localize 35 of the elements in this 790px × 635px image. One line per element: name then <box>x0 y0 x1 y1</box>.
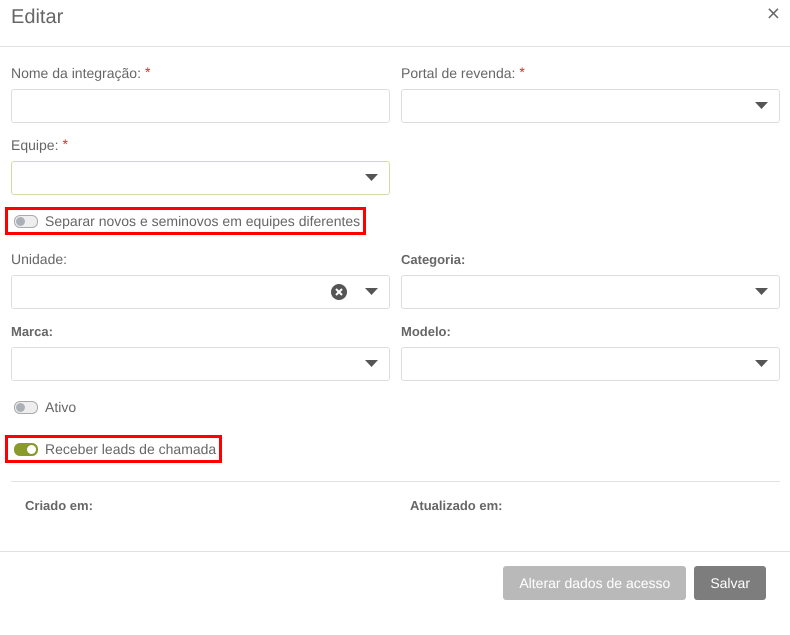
dropdown-caret-icon <box>755 288 768 296</box>
field-label: Categoria: <box>401 251 466 268</box>
dropdown-caret-icon <box>755 360 768 368</box>
field-label: Portal de revenda: <box>401 65 516 82</box>
dropdown-caret-icon <box>365 288 378 296</box>
toggle-label: Separar novos e seminovos em equipes diferentes <box>45 213 360 229</box>
dropdown-caret-icon <box>365 174 378 182</box>
field-label: Equipe: <box>11 137 58 154</box>
field-label: Nome da integração: <box>11 65 141 82</box>
info-label: Criado em: <box>25 498 93 513</box>
toggle-switch[interactable] <box>14 214 38 228</box>
dropdown-caret-icon <box>365 360 378 368</box>
field-label: Modelo: <box>401 323 451 340</box>
toggle-switch[interactable] <box>14 442 38 456</box>
select-field[interactable] <box>401 275 780 309</box>
action-button[interactable]: Salvar <box>694 566 766 600</box>
toggle-label: Ativo <box>45 399 76 415</box>
close-button[interactable]: × <box>766 3 781 24</box>
info-label: Atualizado em: <box>410 498 502 513</box>
clear-icon[interactable] <box>331 284 347 300</box>
required-mark: * <box>144 65 150 79</box>
toggle-switch[interactable] <box>14 400 38 414</box>
field-label: Unidade: <box>11 251 68 268</box>
dialog-title: Editar <box>11 6 64 29</box>
select-field[interactable] <box>11 275 390 309</box>
select-field[interactable] <box>401 347 780 381</box>
text-input[interactable] <box>11 89 390 123</box>
required-mark: * <box>519 65 525 79</box>
dropdown-caret-icon <box>755 102 768 110</box>
select-field[interactable] <box>401 89 780 123</box>
field-label: Marca: <box>11 323 53 340</box>
required-mark: * <box>62 137 68 151</box>
select-field[interactable] <box>11 161 390 195</box>
select-field[interactable] <box>11 347 390 381</box>
toggle-label: Receber leads de chamada <box>45 441 216 457</box>
